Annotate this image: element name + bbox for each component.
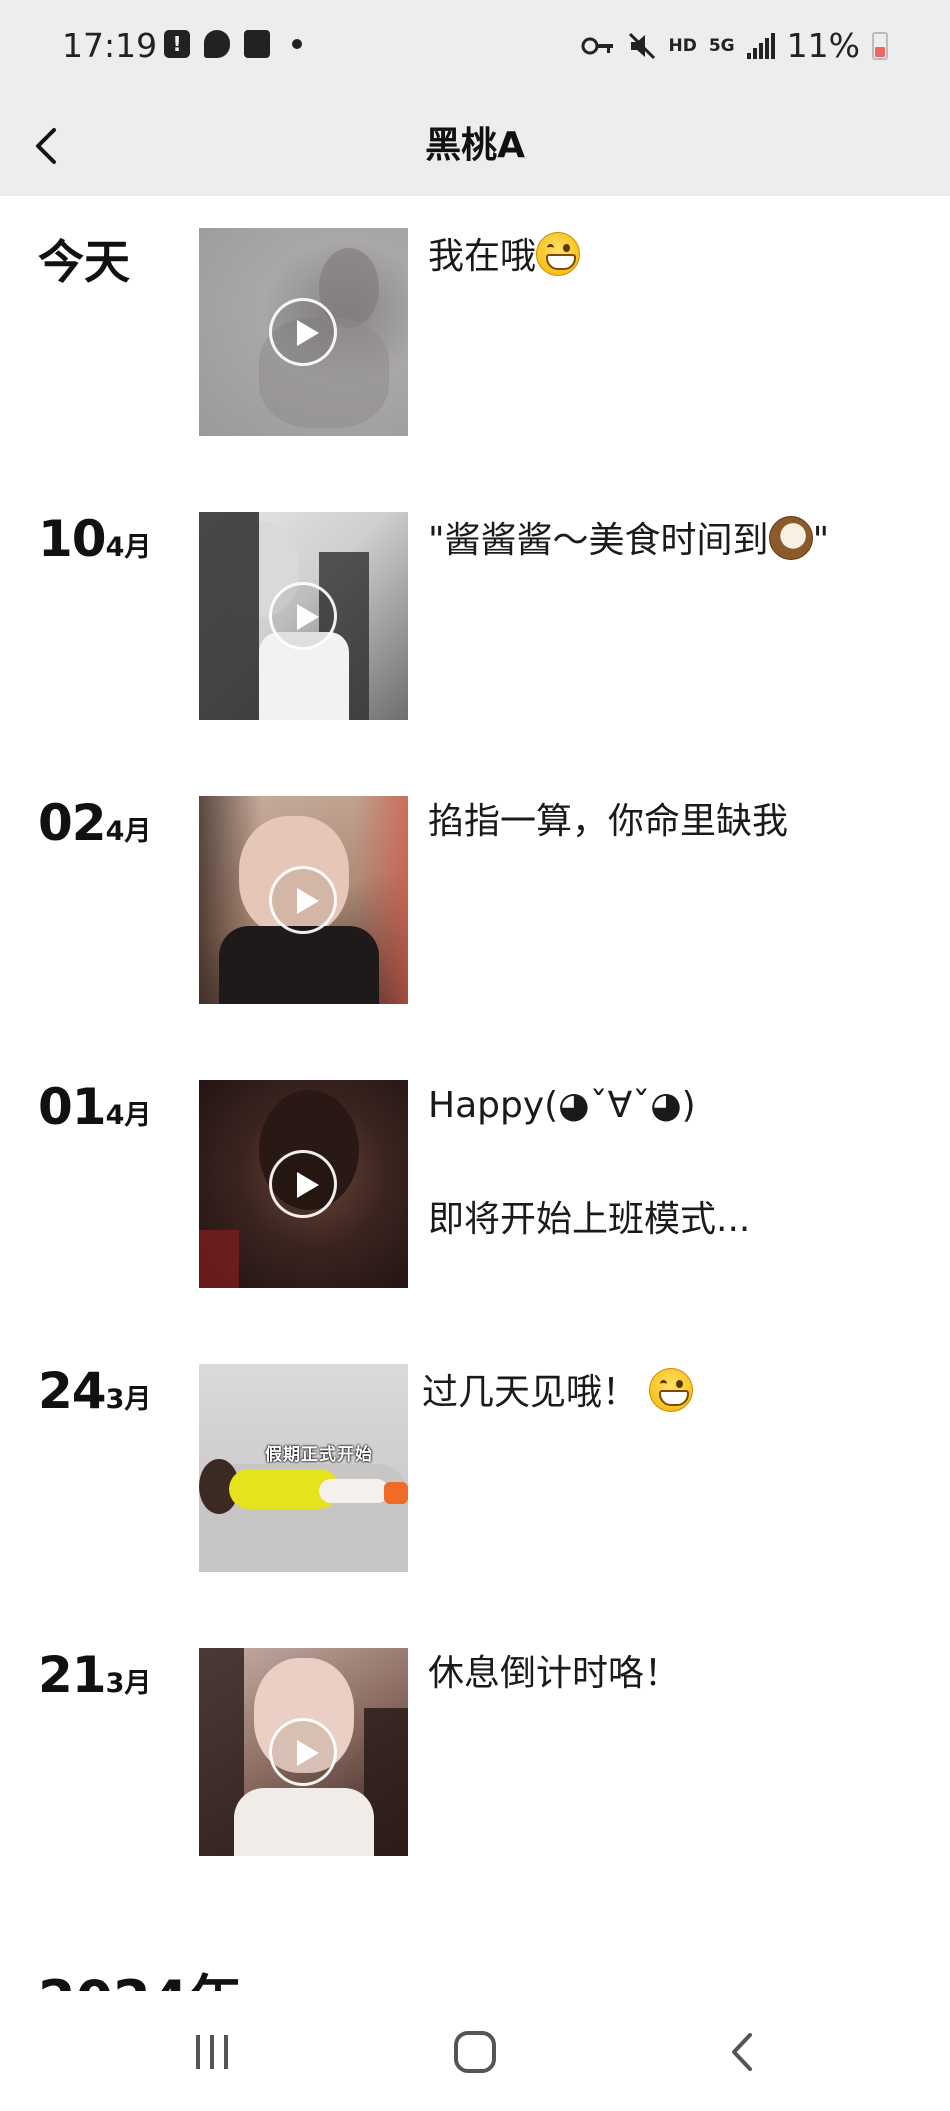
home-icon bbox=[454, 2031, 496, 2073]
caption-line-2: 即将开始上班模式... bbox=[428, 1199, 751, 1240]
date-day: 10 bbox=[38, 510, 107, 568]
play-icon bbox=[269, 866, 337, 934]
play-icon bbox=[269, 298, 337, 366]
date-day: 01 bbox=[38, 1078, 107, 1136]
alert-icon: ! bbox=[164, 30, 190, 58]
home-button[interactable] bbox=[436, 2021, 516, 2081]
date-month: 3月 bbox=[105, 1668, 152, 1699]
caption-text: "酱酱酱～美食时间到 bbox=[428, 520, 769, 561]
status-time: 17:19 bbox=[62, 26, 158, 65]
post-date: 104月 bbox=[38, 510, 151, 568]
chevron-left-icon bbox=[732, 2033, 752, 2071]
date-day: 24 bbox=[38, 1362, 107, 1420]
top-nav-bar: 黑桃A bbox=[0, 96, 950, 196]
video-thumbnail[interactable] bbox=[199, 228, 408, 436]
date-month: 4月 bbox=[105, 532, 152, 563]
clock-icon bbox=[244, 30, 270, 58]
message-icon bbox=[204, 30, 230, 58]
video-thumbnail[interactable] bbox=[199, 796, 408, 1004]
recent-apps-icon bbox=[196, 2035, 228, 2069]
post-item[interactable]: 014月 Happy(◕ˇ∀ˇ◕) 即将开始上班模式... bbox=[0, 1048, 950, 1288]
date-month: 3月 bbox=[105, 1384, 152, 1415]
video-thumbnail[interactable] bbox=[199, 1080, 408, 1288]
page-title: 黑桃A bbox=[425, 125, 525, 166]
post-caption: 我在哦 bbox=[428, 232, 928, 279]
caption-suffix: " bbox=[812, 520, 830, 561]
post-item[interactable]: 024月 掐指一算，你命里缺我 bbox=[0, 764, 950, 1004]
date-today-label: 今天 bbox=[38, 235, 130, 289]
date-month: 4月 bbox=[105, 816, 152, 847]
post-caption: Happy(◕ˇ∀ˇ◕) 即将开始上班模式... bbox=[428, 1084, 928, 1242]
play-icon bbox=[269, 582, 337, 650]
video-thumbnail[interactable] bbox=[199, 512, 408, 720]
play-icon bbox=[269, 1150, 337, 1218]
photo-thumbnail[interactable]: 假期正式开始 bbox=[199, 1364, 408, 1572]
system-back-button[interactable] bbox=[702, 2021, 782, 2081]
date-day: 21 bbox=[38, 1646, 107, 1704]
post-item[interactable]: 243月 假期正式开始 过几天见哦！ bbox=[0, 1332, 950, 1572]
post-date: 014月 bbox=[38, 1078, 151, 1136]
post-caption: "酱酱酱～美食时间到 " bbox=[428, 516, 928, 563]
signal-icon bbox=[746, 32, 775, 59]
moments-feed[interactable]: 今天 我在哦 104月 "酱酱酱～美食时间到" 024月 掐指一算，你命里缺我 bbox=[0, 196, 950, 1991]
post-item[interactable]: 今天 我在哦 bbox=[0, 196, 950, 436]
caption-text: Happy(◕ˇ∀ˇ◕) bbox=[428, 1085, 696, 1126]
post-date: 213月 bbox=[38, 1646, 151, 1704]
system-navigation-bar bbox=[0, 1991, 950, 2111]
post-item[interactable]: 213月 休息倒计时咯！ bbox=[0, 1616, 950, 1856]
battery-icon bbox=[872, 31, 888, 60]
post-date: 024月 bbox=[38, 794, 151, 852]
play-icon bbox=[269, 1718, 337, 1786]
hd-label: HD bbox=[668, 35, 697, 56]
coconut-emoji-icon bbox=[768, 516, 813, 560]
post-caption: 过几天见哦！ bbox=[422, 1368, 922, 1415]
post-caption: 掐指一算，你命里缺我 bbox=[428, 801, 789, 842]
more-notifications-dot-icon bbox=[292, 39, 302, 49]
network-type: 5G bbox=[708, 35, 735, 56]
post-caption: 休息倒计时咯！ bbox=[428, 1653, 681, 1694]
caption-text: 我在哦 bbox=[428, 236, 537, 277]
notification-icons: ! bbox=[164, 30, 302, 58]
system-icons: HD 5G 11% bbox=[581, 26, 888, 65]
vpn-key-icon bbox=[581, 37, 613, 54]
post-item[interactable]: 104月 "酱酱酱～美食时间到 " bbox=[0, 480, 950, 720]
grin-emoji-icon bbox=[649, 1368, 694, 1412]
post-date: 今天 bbox=[38, 226, 130, 292]
video-thumbnail[interactable] bbox=[199, 1648, 408, 1856]
thumbnail-overlay-text: 假期正式开始 bbox=[265, 1445, 373, 1465]
date-month: 4月 bbox=[105, 1100, 152, 1131]
date-day: 02 bbox=[38, 794, 107, 852]
mute-icon bbox=[628, 32, 655, 59]
recent-apps-button[interactable] bbox=[172, 2021, 252, 2081]
status-bar: 17:19 ! HD 5G 11% bbox=[0, 0, 950, 96]
battery-percent: 11% bbox=[786, 26, 860, 65]
post-date: 243月 bbox=[38, 1362, 151, 1420]
caption-text: 过几天见哦！ bbox=[422, 1372, 639, 1413]
grin-emoji-icon bbox=[536, 232, 581, 276]
year-section-header: 2024年 bbox=[38, 1956, 242, 1991]
